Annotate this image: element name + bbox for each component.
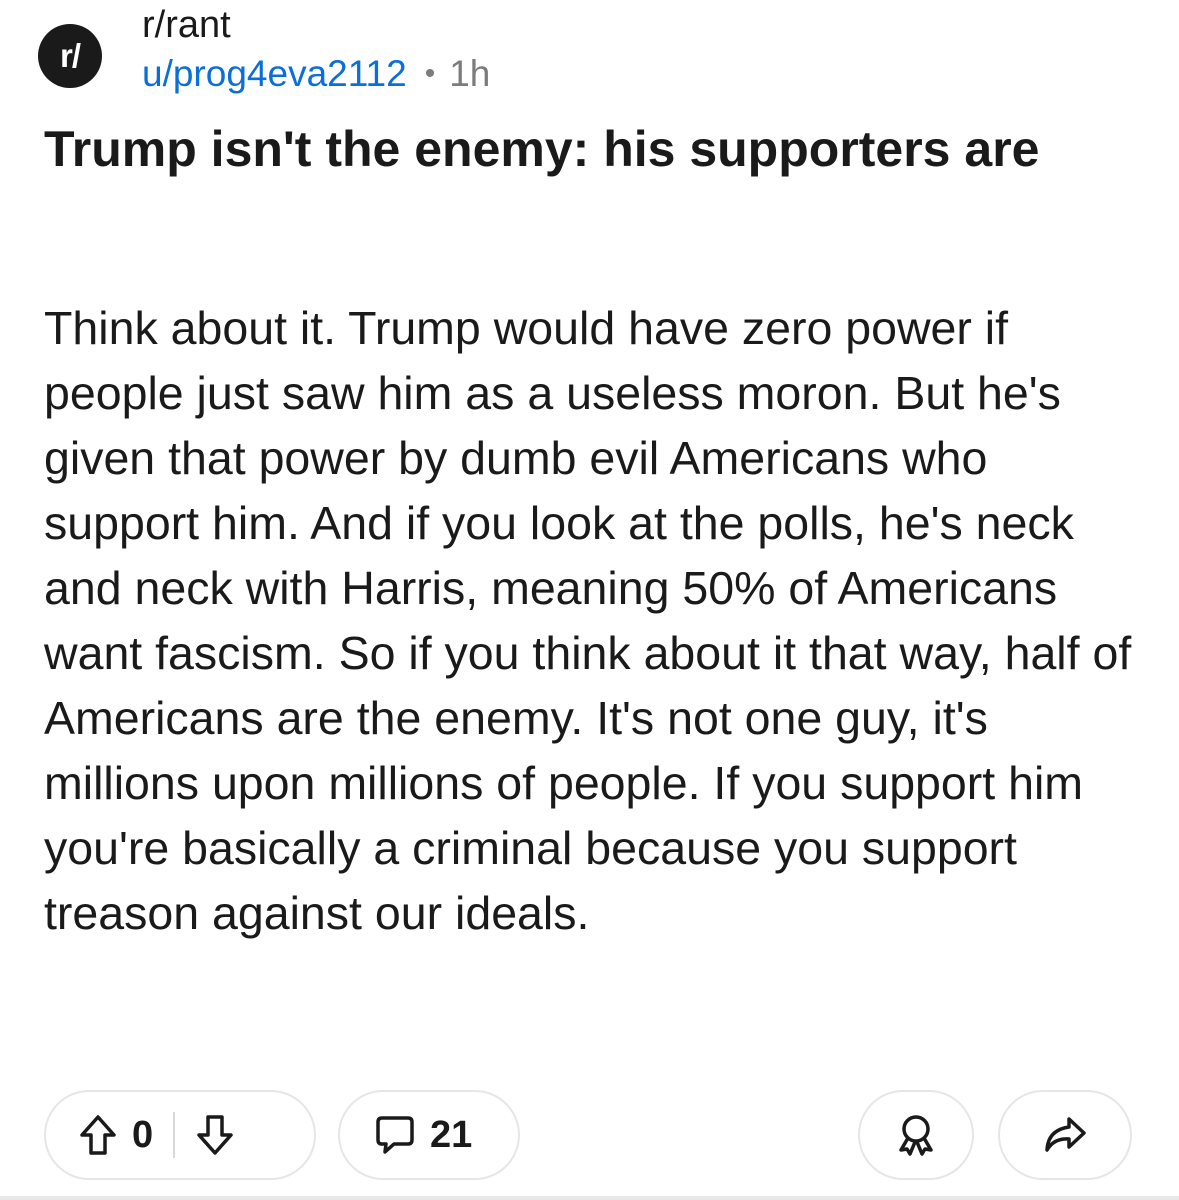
post-body: Think about it. Trump would have zero po… xyxy=(44,302,1132,939)
award-button[interactable] xyxy=(858,1090,974,1180)
author-username[interactable]: u/prog4eva2112 xyxy=(142,52,407,96)
arrow-up-icon[interactable] xyxy=(78,1113,118,1157)
post-age: 1h xyxy=(449,53,491,94)
subreddit-name[interactable]: r/rant xyxy=(142,2,490,48)
vote-divider xyxy=(173,1112,176,1158)
subreddit-avatar[interactable]: r/ xyxy=(38,24,102,88)
bottom-divider xyxy=(0,1196,1179,1200)
award-ribbon-icon xyxy=(893,1112,939,1158)
comment-count: 21 xyxy=(430,1113,473,1156)
share-arrow-icon xyxy=(1042,1114,1088,1156)
meta-separator: • xyxy=(424,57,436,90)
vote-score: 0 xyxy=(132,1113,154,1156)
share-button[interactable] xyxy=(998,1090,1132,1180)
post-header: r/ r/rant u/prog4eva2112 • 1h xyxy=(38,0,1138,100)
speech-bubble-icon xyxy=(374,1113,416,1157)
post-action-bar: 0 21 xyxy=(44,1090,1134,1182)
post-meta: r/rant u/prog4eva2112 • 1h xyxy=(142,2,490,96)
comments-button[interactable]: 21 xyxy=(338,1090,520,1180)
vote-control: 0 xyxy=(44,1090,316,1180)
post-title[interactable]: Trump isn't the enemy: his supporters ar… xyxy=(44,116,1144,182)
arrow-down-icon[interactable] xyxy=(195,1113,235,1157)
author-line: u/prog4eva2112 • 1h xyxy=(142,52,490,96)
